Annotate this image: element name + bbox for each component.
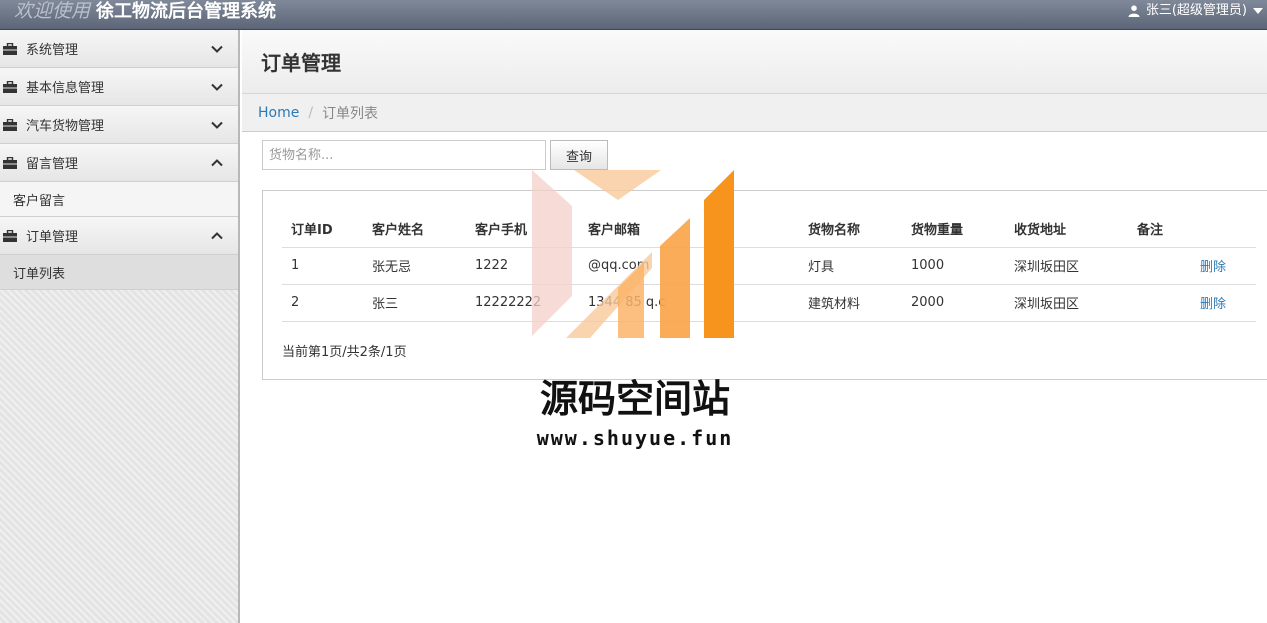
chevron-up-icon <box>211 232 223 240</box>
watermark-url: www.shuyue.fun <box>536 426 734 450</box>
delete-link[interactable]: 删除 <box>1191 247 1256 285</box>
briefcase-icon <box>3 42 17 55</box>
briefcase-icon <box>3 229 17 242</box>
sidebar-menu-label: 汽车货物管理 <box>26 119 105 134</box>
system-name: 徐工物流后台管理系统 <box>96 1 277 22</box>
sidebar-menu-vehicle-goods[interactable]: 汽车货物管理 <box>0 106 238 144</box>
delete-link[interactable]: 删除 <box>1191 284 1256 322</box>
cell-address: 深圳坂田区 <box>1005 284 1128 322</box>
sidebar-item-order-list[interactable]: 订单列表 <box>0 255 238 290</box>
breadcrumb-separator: / <box>308 104 314 121</box>
watermark-logo-bar-2 <box>660 218 690 338</box>
brand: 欢迎使用 徐工物流后台管理系统 <box>14 0 276 24</box>
cell-customer-name: 张三 <box>363 284 466 322</box>
column-header: 货物名称 <box>799 210 902 248</box>
breadcrumb-current: 订单列表 <box>322 105 379 122</box>
table-header-row: 订单ID 客户姓名 客户手机 客户邮箱 货物名称 货物重量 收货地址 备注 <box>282 210 1256 248</box>
orders-table: 订单ID 客户姓名 客户手机 客户邮箱 货物名称 货物重量 收货地址 备注 1 … <box>282 210 1256 322</box>
cell-goods-name: 灯具 <box>799 247 902 285</box>
user-menu[interactable]: 张三(超级管理员) <box>1128 0 1263 22</box>
column-header: 收货地址 <box>1005 210 1128 248</box>
cell-goods-name: 建筑材料 <box>799 284 902 322</box>
column-header-action <box>1191 210 1256 248</box>
cell-address: 深圳坂田区 <box>1005 247 1128 285</box>
cell-customer-name: 张无忌 <box>363 247 466 285</box>
search-bar: 查询 <box>262 140 608 170</box>
column-header: 订单ID <box>282 210 363 248</box>
sidebar-menu-messages[interactable]: 留言管理 <box>0 144 238 182</box>
orders-panel: 订单ID 客户姓名 客户手机 客户邮箱 货物名称 货物重量 收货地址 备注 1 … <box>262 190 1267 380</box>
sidebar-item-customer-messages[interactable]: 客户留言 <box>0 182 238 217</box>
breadcrumb: Home / 订单列表 <box>242 94 1267 132</box>
column-header: 货物重量 <box>902 210 1005 248</box>
breadcrumb-home-link[interactable]: Home <box>258 105 299 121</box>
user-icon <box>1128 5 1140 17</box>
chevron-down-icon <box>211 121 223 129</box>
sidebar-menu-label: 基本信息管理 <box>26 81 105 96</box>
sidebar-menu-basic-info[interactable]: 基本信息管理 <box>0 68 238 106</box>
chevron-down-icon <box>211 83 223 91</box>
sidebar-menu-label: 订单管理 <box>26 230 79 245</box>
main-content: 订单管理 Home / 订单列表 查询 订单ID 客户姓名 客户手机 客户邮箱 … <box>242 30 1267 623</box>
user-name: 张三(超级管理员) <box>1145 3 1247 18</box>
watermark-logo-triangle <box>574 170 661 200</box>
briefcase-icon <box>3 156 17 169</box>
table-row: 1 张无忌 1222 @qq.com 灯具 1000 深圳坂田区 删除 <box>282 247 1256 285</box>
sidebar-menu-system[interactable]: 系统管理 <box>0 30 238 68</box>
column-header: 客户姓名 <box>363 210 466 248</box>
page-title: 订单管理 <box>261 51 341 75</box>
cell-goods-weight: 1000 <box>902 247 1005 285</box>
search-input[interactable] <box>262 140 546 170</box>
sidebar-menu-label: 系统管理 <box>26 43 79 58</box>
page-header: 订单管理 <box>242 30 1267 94</box>
cell-note <box>1128 284 1191 322</box>
cell-note <box>1128 247 1191 285</box>
cell-order-id: 2 <box>282 284 363 322</box>
search-button[interactable]: 查询 <box>550 140 608 170</box>
cell-order-id: 1 <box>282 247 363 285</box>
column-header: 备注 <box>1128 210 1191 248</box>
pagination-info: 当前第1页/共2条/1页 <box>282 345 407 360</box>
sidebar-menu-label: 留言管理 <box>26 157 79 172</box>
chevron-up-icon <box>211 159 223 167</box>
top-navbar: 欢迎使用 徐工物流后台管理系统 张三(超级管理员) <box>0 0 1267 30</box>
watermark-title: 源码空间站 <box>539 377 730 421</box>
sidebar-menu-orders[interactable]: 订单管理 <box>0 217 238 255</box>
briefcase-icon <box>3 118 17 131</box>
cell-goods-weight: 2000 <box>902 284 1005 322</box>
table-row: 2 张三 12222222 1344 85 q.c 建筑材料 2000 深圳坂田… <box>282 284 1256 322</box>
watermark-logo-left-bar <box>532 170 572 336</box>
watermark-logo-bar-3 <box>704 170 734 338</box>
chevron-down-icon <box>211 45 223 53</box>
welcome-text: 欢迎使用 <box>14 0 91 22</box>
caret-down-icon <box>1253 8 1263 14</box>
sidebar: 系统管理 基本信息管理 汽车货物管理 留言管理 客户留言 订单管理 订单列表 <box>0 30 240 623</box>
briefcase-icon <box>3 80 17 93</box>
